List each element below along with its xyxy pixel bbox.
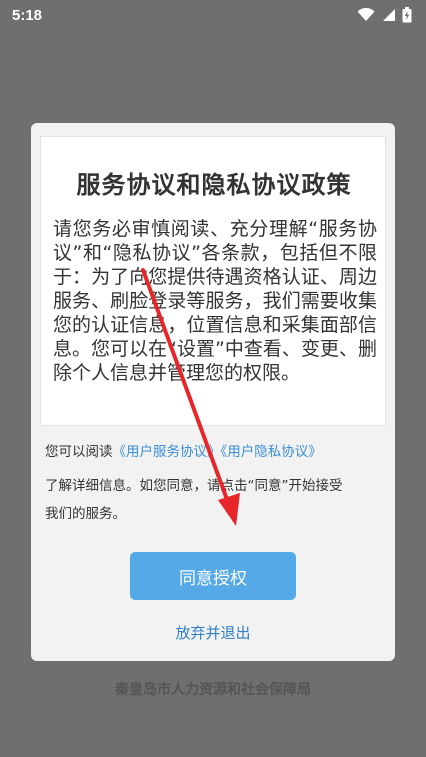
signal-icon bbox=[383, 9, 395, 21]
status-icons bbox=[357, 7, 412, 23]
dialog-title: 服务协议和隐私协议政策 bbox=[76, 171, 352, 199]
agree-button[interactable]: 同意授权 bbox=[130, 552, 296, 600]
footer-org: 秦皇岛市人力资源和社会保障局 bbox=[115, 682, 311, 698]
read-note: 您可以阅读《用户服务协议》《用户隐私协议》 bbox=[45, 442, 385, 462]
agreement-dialog: 服务协议和隐私协议政策 请您务必审慎阅读、充分理解“服务协议”和“隐私协议”各条… bbox=[31, 123, 395, 661]
privacy-agreement-link[interactable]: 《用户隐私协议》 bbox=[221, 444, 322, 460]
wifi-icon bbox=[357, 8, 375, 21]
agreement-card: 服务协议和隐私协议政策 请您务必审慎阅读、充分理解“服务协议”和“隐私协议”各条… bbox=[40, 136, 386, 426]
read-note-line3: 我们的服务。 bbox=[45, 506, 126, 522]
dialog-body: 请您务必审慎阅读、充分理解“服务协议”和“隐私协议”各条款，包括但不限于：为了向… bbox=[53, 218, 377, 384]
quit-button[interactable]: 放弃并退出 bbox=[31, 622, 395, 643]
status-time: 5:18 bbox=[12, 6, 43, 24]
user-agreement-link[interactable]: 《用户服务协议》 bbox=[113, 444, 221, 460]
read-note-line2: 了解详细信息。如您同意，请点击“同意”开始接受 bbox=[45, 478, 343, 494]
read-note-prefix: 您可以阅读 bbox=[45, 444, 113, 460]
status-bar: 5:18 bbox=[0, 0, 426, 30]
battery-icon bbox=[402, 7, 412, 23]
